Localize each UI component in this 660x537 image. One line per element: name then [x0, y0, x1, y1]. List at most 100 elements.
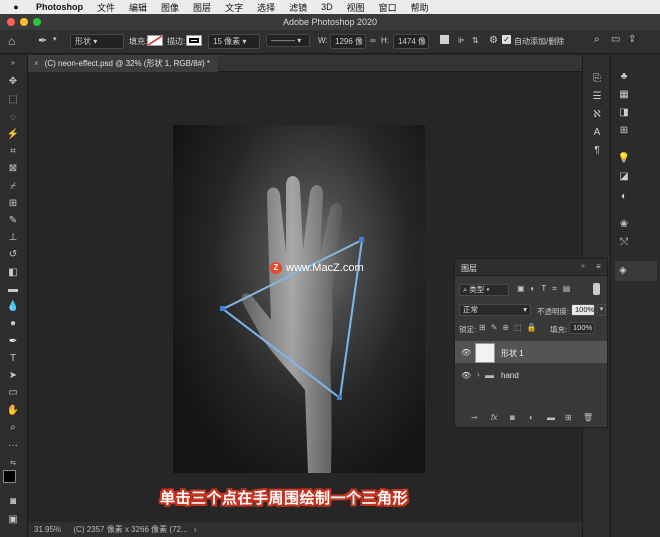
layer-filter-icons[interactable]: ▣◐T⌗▤ — [517, 284, 576, 294]
foreground-color-swatch[interactable] — [3, 470, 16, 483]
dodge-tool-icon[interactable]: ● — [5, 317, 21, 331]
default-colors-icon[interactable]: ⇆ — [5, 457, 21, 471]
link-layers-icon[interactable]: ⊸ — [471, 413, 478, 422]
panel-menu-icon[interactable]: ≡ — [596, 262, 601, 271]
pen-tool-icon[interactable]: ✒ — [5, 335, 21, 349]
magic-wand-tool-icon[interactable]: ⚡ — [5, 128, 21, 142]
screen-mode-icon[interactable]: ▣ — [5, 513, 21, 527]
lasso-tool-icon[interactable]: ◌ — [5, 111, 21, 125]
layers-panel-tab-icon[interactable]: ◈ — [615, 261, 657, 281]
path-alignment-icon[interactable]: ⊫ — [458, 36, 465, 45]
path-operations-icon[interactable] — [440, 35, 449, 44]
minimize-window-button[interactable] — [20, 18, 28, 26]
layer-row[interactable]: 👁 › ▬ hand — [455, 365, 607, 387]
path-selection-tool-icon[interactable]: ➤ — [5, 369, 21, 383]
share-icon[interactable]: ⇪ — [628, 34, 636, 45]
hand-tool-icon[interactable]: ✋ — [5, 404, 21, 418]
blur-tool-icon[interactable]: 💧 — [5, 300, 21, 314]
gradients-panel-icon[interactable]: ◨ — [617, 107, 631, 119]
layer-style-fx-icon[interactable]: fx — [491, 413, 497, 422]
layer-name[interactable]: hand — [501, 371, 519, 380]
properties-panel-icon[interactable]: ☰ — [590, 91, 604, 103]
height-field[interactable]: 1474 像 — [393, 34, 429, 49]
layer-name[interactable]: 形状 1 — [501, 348, 524, 359]
search-icon[interactable]: ⌕ — [594, 34, 600, 45]
brush-panel-icon[interactable]: ℵ — [590, 109, 604, 121]
home-icon[interactable]: ⌂ — [8, 34, 15, 48]
menu-view[interactable]: 视图 — [347, 1, 365, 14]
eyedropper-tool-icon[interactable]: ⌿ — [5, 180, 21, 194]
visibility-eye-icon[interactable]: 👁 — [461, 371, 471, 380]
stroke-swatch[interactable] — [186, 35, 202, 46]
fill-swatch[interactable] — [147, 35, 163, 46]
history-panel-icon[interactable]: ⎘ — [590, 73, 604, 85]
stroke-type-select[interactable]: ——— ▾ — [266, 34, 310, 47]
opacity-dropdown-icon[interactable]: ▾ — [597, 304, 606, 316]
history-brush-tool-icon[interactable]: ↺ — [5, 248, 21, 262]
app-menu[interactable]: Photoshop — [36, 2, 83, 12]
paragraph-panel-icon[interactable]: ¶ — [590, 145, 604, 157]
new-layer-icon[interactable]: ⊞ — [565, 413, 572, 422]
move-tool-icon[interactable]: ✥ — [5, 75, 21, 89]
crop-tool-icon[interactable]: ⌗ — [5, 145, 21, 159]
info-chevron-icon[interactable]: › — [194, 525, 197, 534]
quick-mask-icon[interactable]: ◙ — [5, 495, 21, 509]
layers-panel-title[interactable]: 图层 — [461, 263, 477, 274]
swatches-panel-icon[interactable]: ▦ — [617, 89, 631, 101]
rectangle-tool-icon[interactable]: ▭ — [5, 386, 21, 400]
auto-add-delete-checkbox[interactable]: ✓ — [502, 35, 511, 44]
gear-icon[interactable]: ⚙ — [489, 35, 498, 46]
anchor-point[interactable] — [359, 237, 364, 242]
healing-brush-tool-icon[interactable]: ⊞ — [5, 197, 21, 211]
add-mask-icon[interactable]: ◙ — [510, 413, 515, 422]
menu-file[interactable]: 文件 — [97, 1, 115, 14]
fill-field[interactable]: 100% — [569, 322, 595, 334]
zoom-level[interactable]: 31.95% — [34, 525, 61, 534]
document-tab[interactable]: × (C) neon-effect.psd @ 32% (形状 1, RGB/8#… — [28, 55, 219, 72]
menu-layer[interactable]: 图层 — [193, 1, 211, 14]
stroke-width-field[interactable]: 15 像素 ▾ — [208, 34, 260, 49]
eraser-tool-icon[interactable]: ◧ — [5, 266, 21, 280]
frame-tool-icon[interactable]: ⊠ — [5, 162, 21, 176]
more-tools-icon[interactable]: ··· — [5, 439, 21, 453]
brush-tool-icon[interactable]: ✎ — [5, 214, 21, 228]
channels-panel-icon[interactable]: ❀ — [617, 219, 631, 231]
libraries-panel-icon[interactable]: ◪ — [617, 171, 631, 183]
collapse-panel-icon[interactable]: » — [581, 263, 585, 270]
menu-select[interactable]: 选择 — [257, 1, 275, 14]
learn-panel-icon[interactable]: 💡 — [617, 153, 631, 165]
menu-edit[interactable]: 编辑 — [129, 1, 147, 14]
opacity-field[interactable]: 100% — [571, 304, 595, 316]
menu-3d[interactable]: 3D — [321, 2, 333, 12]
marquee-tool-icon[interactable]: ⬚ — [5, 93, 21, 107]
patterns-panel-icon[interactable]: ⊞ — [617, 125, 631, 137]
pen-mode-select[interactable]: 形状 ▾ — [70, 34, 124, 49]
layer-row[interactable]: 👁 形状 1 — [455, 341, 607, 363]
collapse-toolbar-icon[interactable]: » — [5, 57, 21, 71]
gradient-tool-icon[interactable]: ▬ — [5, 283, 21, 297]
adjustment-layer-icon[interactable]: ◐ — [529, 413, 534, 422]
lock-icons[interactable]: ⊞✎⊕⬚🔒 — [479, 323, 542, 332]
color-panel-icon[interactable]: ♣ — [617, 71, 631, 83]
zoom-tool-icon[interactable]: ⌕ — [5, 421, 21, 435]
document-info[interactable]: (C) 2357 像素 x 3266 像素 (72... — [73, 525, 187, 534]
maximize-window-button[interactable] — [33, 18, 41, 26]
expand-group-chevron-icon[interactable]: › — [477, 370, 480, 379]
clone-stamp-tool-icon[interactable]: ⊥ — [5, 231, 21, 245]
tool-preset-chevron-icon[interactable]: ▾ — [53, 35, 57, 43]
new-group-icon[interactable]: ▬ — [547, 413, 555, 422]
character-panel-icon[interactable]: A — [590, 127, 604, 139]
filter-kind-select[interactable]: ⌕ 类型 ▾ — [459, 284, 509, 296]
anchor-point[interactable] — [337, 395, 342, 400]
menu-window[interactable]: 窗口 — [379, 1, 397, 14]
close-window-button[interactable] — [7, 18, 15, 26]
link-dimensions-icon[interactable]: ∞ — [370, 36, 376, 45]
type-tool-icon[interactable]: T — [5, 352, 21, 366]
path-arrangement-icon[interactable]: ⇅ — [472, 36, 479, 45]
adjustments-panel-icon[interactable]: ◐ — [617, 191, 631, 203]
workspace-icon[interactable]: ▭ — [611, 34, 620, 45]
delete-layer-icon[interactable]: 🗑 — [583, 413, 593, 422]
menu-help[interactable]: 帮助 — [411, 1, 429, 14]
anchor-point[interactable] — [220, 306, 225, 311]
menu-type[interactable]: 文字 — [225, 1, 243, 14]
